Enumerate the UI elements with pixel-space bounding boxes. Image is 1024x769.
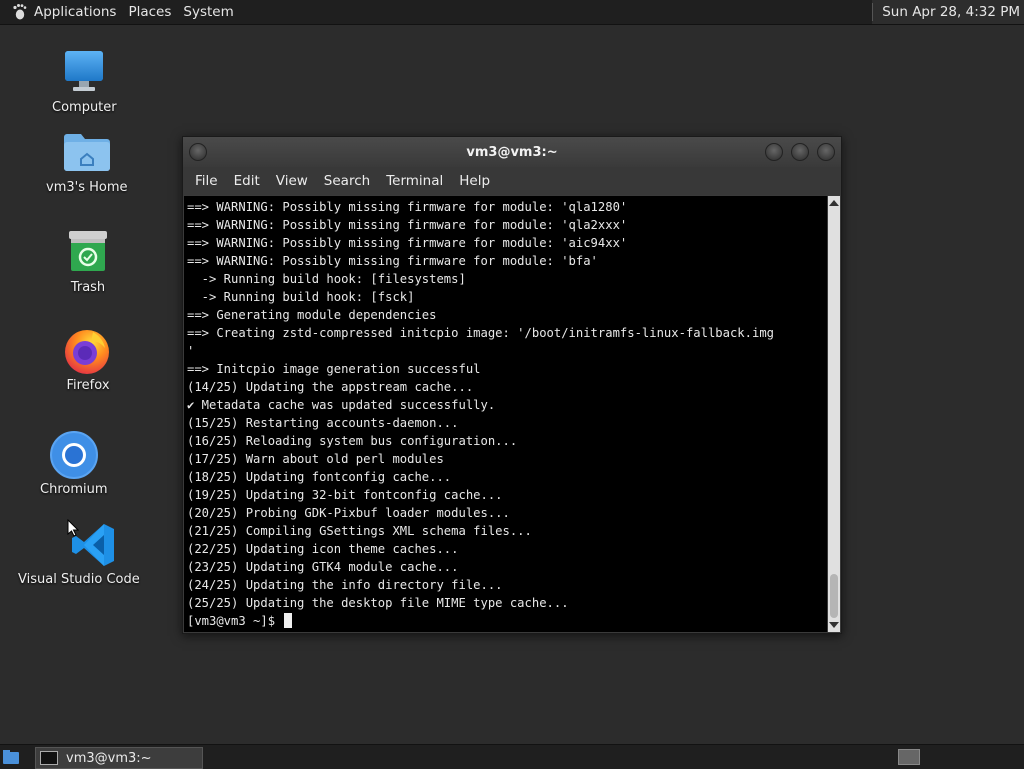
terminal-line: ': [187, 344, 195, 358]
maximize-button[interactable]: [791, 143, 809, 161]
close-button[interactable]: [817, 143, 835, 161]
desktop-icon-label: Trash: [70, 280, 106, 295]
terminal-output[interactable]: ==> WARNING: Possibly missing firmware f…: [184, 196, 827, 632]
menu-terminal[interactable]: Terminal: [378, 173, 451, 189]
computer-icon: [59, 48, 109, 98]
window-titlebar[interactable]: vm3@vm3:~: [183, 137, 841, 167]
terminal-cursor: [284, 613, 293, 628]
mouse-pointer-icon: [67, 519, 79, 537]
terminal-prompt: [vm3@vm3 ~]$: [187, 614, 283, 628]
terminal-line: (22/25) Updating icon theme caches...: [187, 542, 459, 556]
scroll-up-icon[interactable]: [829, 200, 839, 206]
system-menu[interactable]: System: [177, 4, 239, 20]
terminal-line: ==> Creating zstd-compressed initcpio im…: [187, 326, 774, 340]
desktop-icon-chromium[interactable]: Chromium: [40, 430, 108, 497]
desktop-icon-firefox[interactable]: Firefox: [63, 326, 113, 393]
menu-search[interactable]: Search: [316, 173, 378, 189]
applications-menu[interactable]: Applications: [30, 4, 122, 20]
window-menu-button[interactable]: [189, 143, 207, 161]
taskbar-item-terminal[interactable]: vm3@vm3:~: [35, 747, 203, 769]
terminal-line: ==> Generating module dependencies: [187, 308, 437, 322]
chromium-icon: [49, 430, 99, 480]
terminal-line: ==> WARNING: Possibly missing firmware f…: [187, 200, 628, 214]
desktop-icon-label: Visual Studio Code: [18, 572, 140, 587]
terminal-line: ==> WARNING: Possibly missing firmware f…: [187, 218, 628, 232]
desktop-icon-home[interactable]: vm3's Home: [46, 128, 128, 195]
terminal-line: ==> Initcpio image generation successful: [187, 362, 481, 376]
window-title: vm3@vm3:~: [466, 144, 558, 160]
terminal-text: ==> WARNING: Possibly missing firmware f…: [184, 196, 827, 632]
top-menu: Applications Places System: [0, 0, 240, 24]
terminal-line: -> Running build hook: [fsck]: [187, 290, 415, 304]
scroll-down-icon[interactable]: [829, 622, 839, 628]
terminal-line: -> Running build hook: [filesystems]: [187, 272, 466, 286]
trash-icon: [63, 228, 113, 278]
terminal-window[interactable]: vm3@vm3:~ File Edit View Search Terminal…: [182, 136, 842, 634]
terminal-line: (14/25) Updating the appstream cache...: [187, 380, 474, 394]
show-desktop-icon[interactable]: [2, 748, 20, 766]
terminal-line: (15/25) Restarting accounts-daemon...: [187, 416, 459, 430]
terminal-line: (18/25) Updating fontconfig cache...: [187, 470, 452, 484]
terminal-prompt-line[interactable]: [vm3@vm3 ~]$: [187, 612, 824, 630]
menu-file[interactable]: File: [187, 173, 226, 189]
menu-help[interactable]: Help: [451, 173, 498, 189]
places-menu[interactable]: Places: [122, 4, 177, 20]
terminal-line: (16/25) Reloading system bus configurati…: [187, 434, 518, 448]
scroll-thumb[interactable]: [830, 574, 838, 618]
desktop-icon-label: Firefox: [66, 378, 110, 393]
terminal-menubar: File Edit View Search Terminal Help: [183, 167, 841, 195]
terminal-line: (25/25) Updating the desktop file MIME t…: [187, 596, 569, 610]
terminal-line: ==> WARNING: Possibly missing firmware f…: [187, 236, 628, 250]
terminal-line: (21/25) Compiling GSettings XML schema f…: [187, 524, 532, 538]
desktop-icon-trash[interactable]: Trash: [63, 228, 113, 295]
panel-separator: [872, 3, 874, 21]
clock-text: Sun Apr 28, 4:32 PM: [882, 4, 1020, 20]
terminal-line: (24/25) Updating the info directory file…: [187, 578, 503, 592]
terminal-line: ✔ Metadata cache was updated successfull…: [187, 398, 496, 412]
top-panel: Applications Places System Sun Apr 28, 4…: [0, 0, 1024, 25]
menu-view[interactable]: View: [268, 173, 316, 189]
terminal-scrollbar[interactable]: [828, 196, 840, 632]
terminal-icon: [40, 751, 58, 765]
bottom-panel: vm3@vm3:~: [0, 744, 1024, 769]
firefox-icon: [63, 326, 113, 376]
terminal-line: (19/25) Updating 32-bit fontconfig cache…: [187, 488, 503, 502]
menu-edit[interactable]: Edit: [226, 173, 268, 189]
desktop-icon-label: Computer: [52, 100, 117, 115]
terminal-line: (17/25) Warn about old perl modules: [187, 452, 444, 466]
home-folder-icon: [57, 128, 117, 178]
taskbar-item-label: vm3@vm3:~: [66, 750, 152, 766]
desktop-icon-label: Chromium: [40, 482, 108, 497]
clock[interactable]: Sun Apr 28, 4:32 PM: [872, 0, 1024, 24]
terminal-line: (23/25) Updating GTK4 module cache...: [187, 560, 459, 574]
minimize-button[interactable]: [765, 143, 783, 161]
desktop-icon-label: vm3's Home: [46, 180, 128, 195]
workspace-switcher[interactable]: [898, 749, 920, 765]
gnome-foot-icon[interactable]: [10, 2, 30, 22]
terminal-line: (20/25) Probing GDK-Pixbuf loader module…: [187, 506, 510, 520]
terminal-line: ==> WARNING: Possibly missing firmware f…: [187, 254, 598, 268]
desktop-icon-computer[interactable]: Computer: [52, 48, 117, 115]
